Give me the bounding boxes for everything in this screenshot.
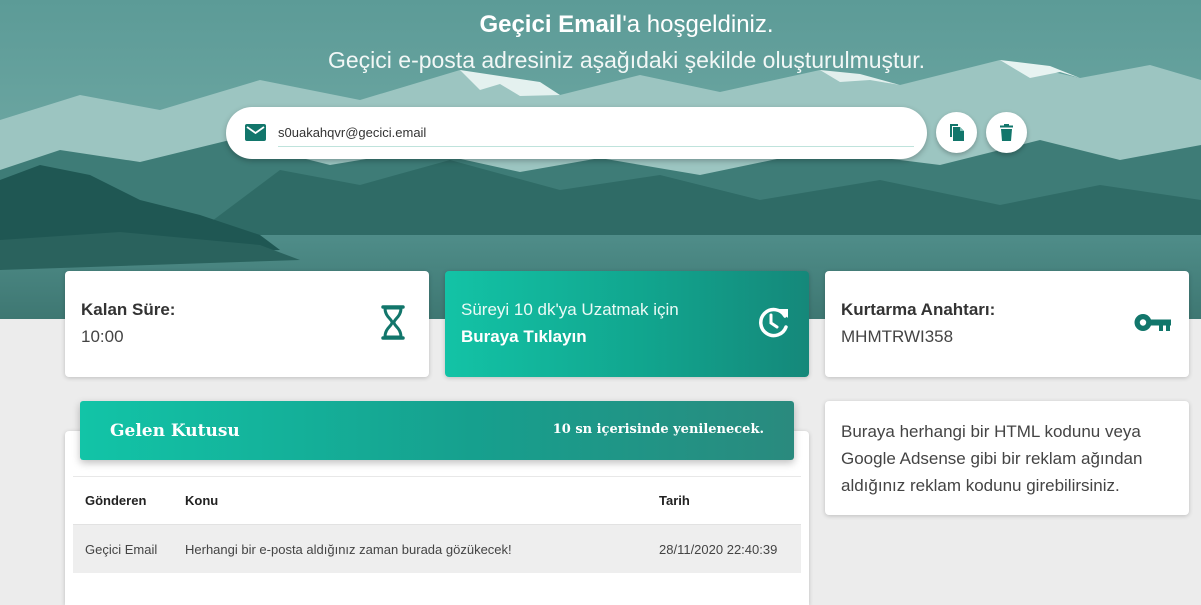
remaining-time-label: Kalan Süre: (81, 300, 176, 319)
hero-title: Geçici Email'a hoşgeldiniz. (0, 8, 1201, 42)
inbox-header: Gelen Kutusu 10 sn içerisinde yenilenece… (80, 401, 794, 460)
row-date: 28/11/2020 22:40:39 (659, 542, 778, 557)
recovery-key-card: Kurtarma Anahtarı: MHMTRWI358 (825, 271, 1189, 377)
row-sender: Geçici Email (85, 542, 158, 557)
extend-time-button[interactable]: Süreyi 10 dk'ya Uzatmak için Buraya Tıkl… (445, 271, 809, 377)
delete-email-button[interactable] (986, 112, 1027, 153)
recovery-key-value: MHMTRWI358 (841, 327, 954, 346)
extend-time-text: Süreyi 10 dk'ya Uzatmak için (461, 300, 679, 319)
remaining-time-value: 10:00 (81, 327, 124, 346)
ad-placeholder-text: Buraya herhangi bir HTML kodunu veya Goo… (841, 422, 1143, 495)
key-icon (1134, 314, 1171, 331)
copy-icon (949, 124, 964, 141)
row-subject: Herhangi bir e-posta aldığınız zaman bur… (185, 542, 512, 557)
recovery-key-label: Kurtarma Anahtarı: (841, 300, 996, 319)
table-header-row: Gönderen Konu Tarih (73, 476, 801, 525)
hero-title-welcome: 'a hoşgeldiniz. (622, 11, 774, 38)
email-address-input[interactable] (278, 119, 914, 147)
hourglass-icon (381, 305, 405, 340)
copy-email-button[interactable] (936, 112, 977, 153)
hero-subtitle: Geçici e-posta adresiniz aşağıdaki şekil… (327, 47, 925, 73)
table-row[interactable]: Geçici Email Herhangi bir e-posta aldığı… (73, 525, 801, 573)
trash-icon (1000, 124, 1013, 141)
mail-icon (245, 124, 266, 141)
ad-card: Buraya herhangi bir HTML kodunu veya Goo… (825, 401, 1189, 515)
inbox-title: Gelen Kutusu (110, 421, 240, 441)
extend-time-cta: Buraya Tıklayın (461, 327, 587, 346)
column-subject: Konu (185, 493, 219, 508)
email-bar (226, 107, 927, 159)
column-sender: Gönderen (85, 493, 147, 508)
hero-title-brand: Geçici Email (479, 11, 623, 38)
column-date: Tarih (659, 493, 690, 508)
remaining-time-card: Kalan Süre: 10:00 (65, 271, 429, 377)
inbox-refresh-countdown: 10 sn içerisinde yenilenecek. (552, 422, 764, 437)
history-refresh-icon (759, 307, 788, 338)
